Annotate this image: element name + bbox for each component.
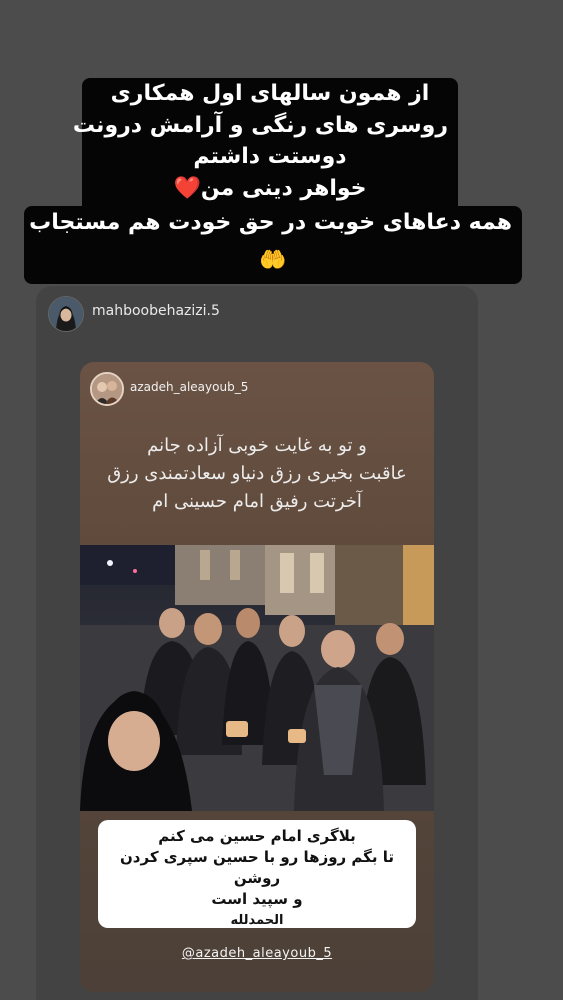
sticker-line: بلاگری امام حسین می کنم — [158, 827, 356, 845]
caption-line: از همون سالهای اول همکاری — [82, 78, 458, 110]
inner-text-line: عاقبت بخیری رزق دنیاو سعادتمندی رزق — [107, 463, 407, 484]
sticker-line: تا بگم روزها رو با حسین سپری کردن روشن — [120, 848, 394, 887]
caption-line: 🤲 — [24, 240, 522, 284]
caption-line: خواهر دینی من❤️ — [82, 172, 458, 206]
mention-tag[interactable]: @azadeh_aleayoub_5 — [80, 946, 434, 961]
group-selfie-image — [80, 545, 434, 811]
sticker-line: و سپید است — [211, 890, 303, 908]
user-avatar-image — [49, 297, 83, 331]
inner-username[interactable]: azadeh_aleayoub_5 — [130, 380, 248, 394]
sticker-line: الحمدلله — [230, 913, 284, 928]
caption-line: دوستت داشتم — [82, 142, 458, 172]
inner-user-avatar[interactable] — [90, 372, 124, 406]
caption-line: روسری های رنگی و آرامش درونت — [73, 110, 458, 142]
inner-avatar-image — [92, 374, 122, 404]
reposter-username[interactable]: mahboobehazizi.5 — [92, 303, 220, 319]
inner-story[interactable]: azadeh_aleayoub_5 و تو به غایت خوبی آزاد… — [80, 362, 434, 992]
inner-text-line: و تو به غایت خوبی آزاده جانم — [147, 435, 367, 456]
inner-text-line: آخرتت رفیق امام حسینی ام — [152, 491, 362, 512]
inner-story-text: و تو به غایت خوبی آزاده جانم عاقبت بخیری… — [80, 432, 434, 516]
group-selfie-photo — [80, 545, 434, 811]
user-avatar[interactable] — [48, 296, 84, 332]
caption-line: همه دعاهای خوبت در حق خودت هم مستجاب — [24, 206, 522, 240]
quote-sticker: بلاگری امام حسین می کنم تا بگم روزها رو … — [98, 820, 416, 928]
